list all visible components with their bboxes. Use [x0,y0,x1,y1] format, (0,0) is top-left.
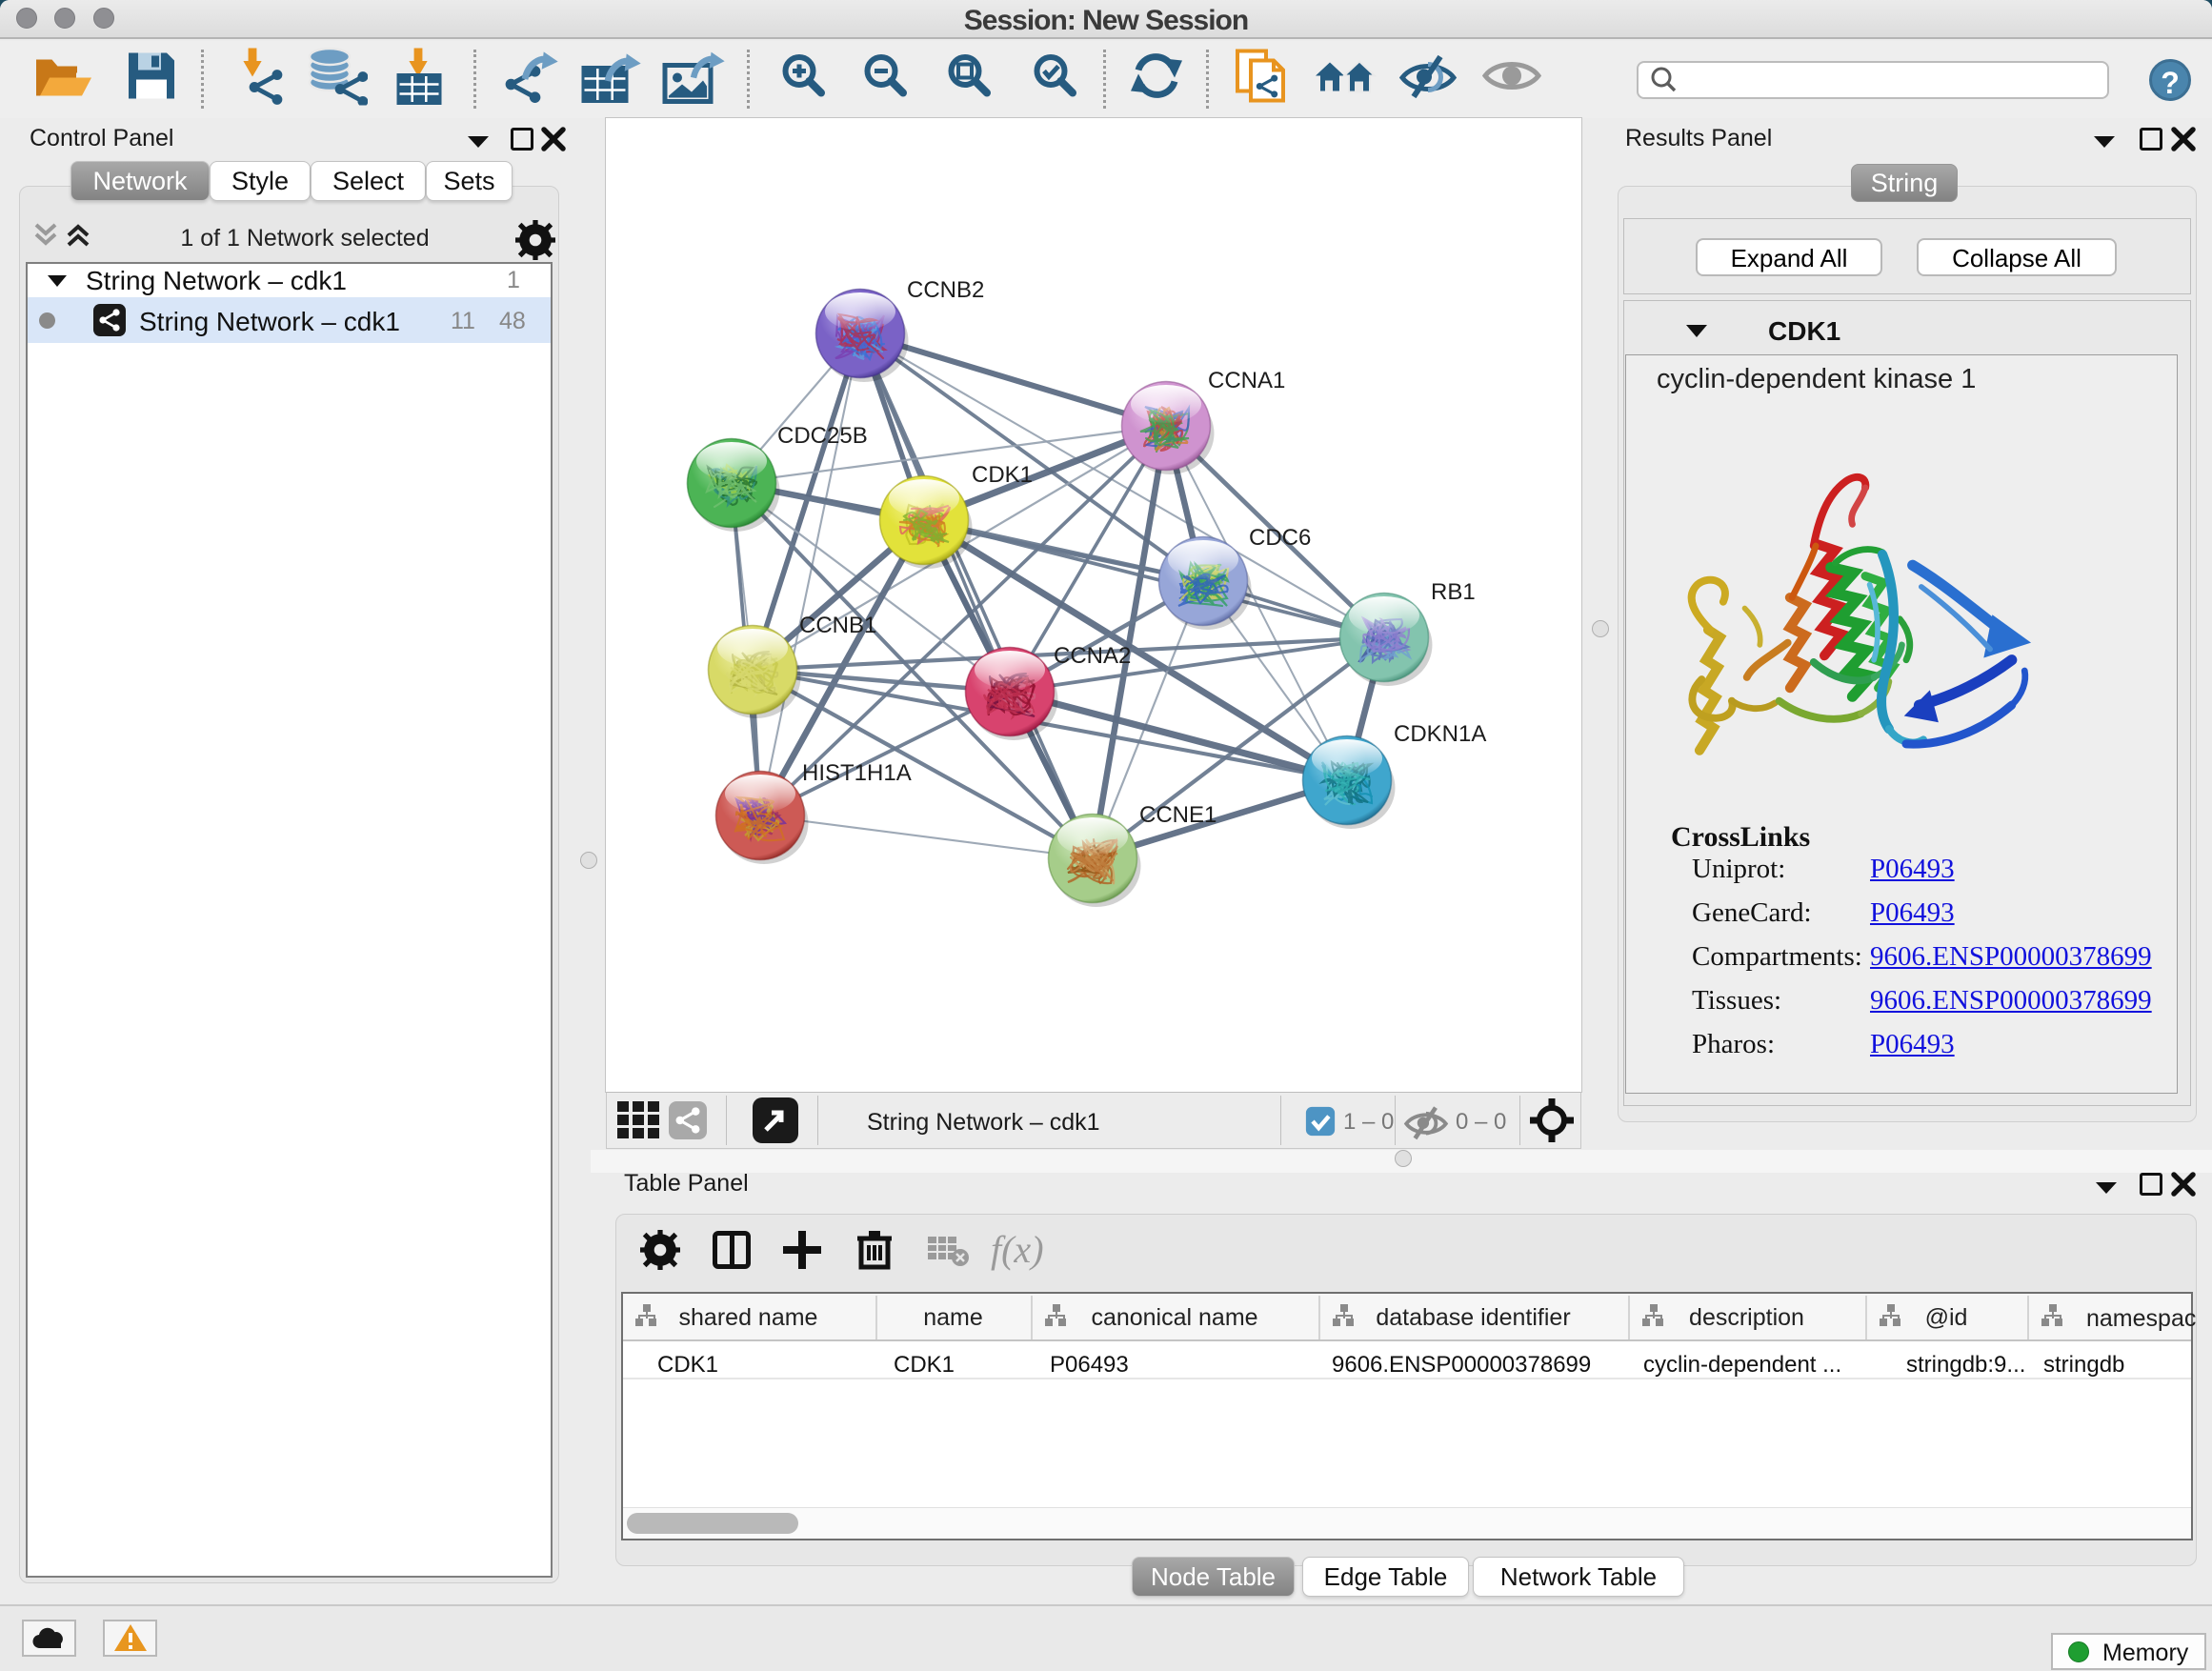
svg-text:CDKN1A: CDKN1A [1394,721,1486,747]
svg-text:HIST1H1A: HIST1H1A [802,760,912,786]
svg-text:CDC25B: CDC25B [777,423,868,449]
svg-text:CCNB1: CCNB1 [799,613,876,638]
svg-text:CCNE1: CCNE1 [1139,802,1217,828]
svg-text:CDC6: CDC6 [1249,525,1311,551]
svg-text:RB1: RB1 [1431,579,1476,605]
svg-text:CCNA1: CCNA1 [1208,368,1285,393]
svg-text:CDK1: CDK1 [972,462,1033,488]
svg-text:CCNA2: CCNA2 [1054,643,1131,669]
svg-text:CCNB2: CCNB2 [907,277,984,303]
